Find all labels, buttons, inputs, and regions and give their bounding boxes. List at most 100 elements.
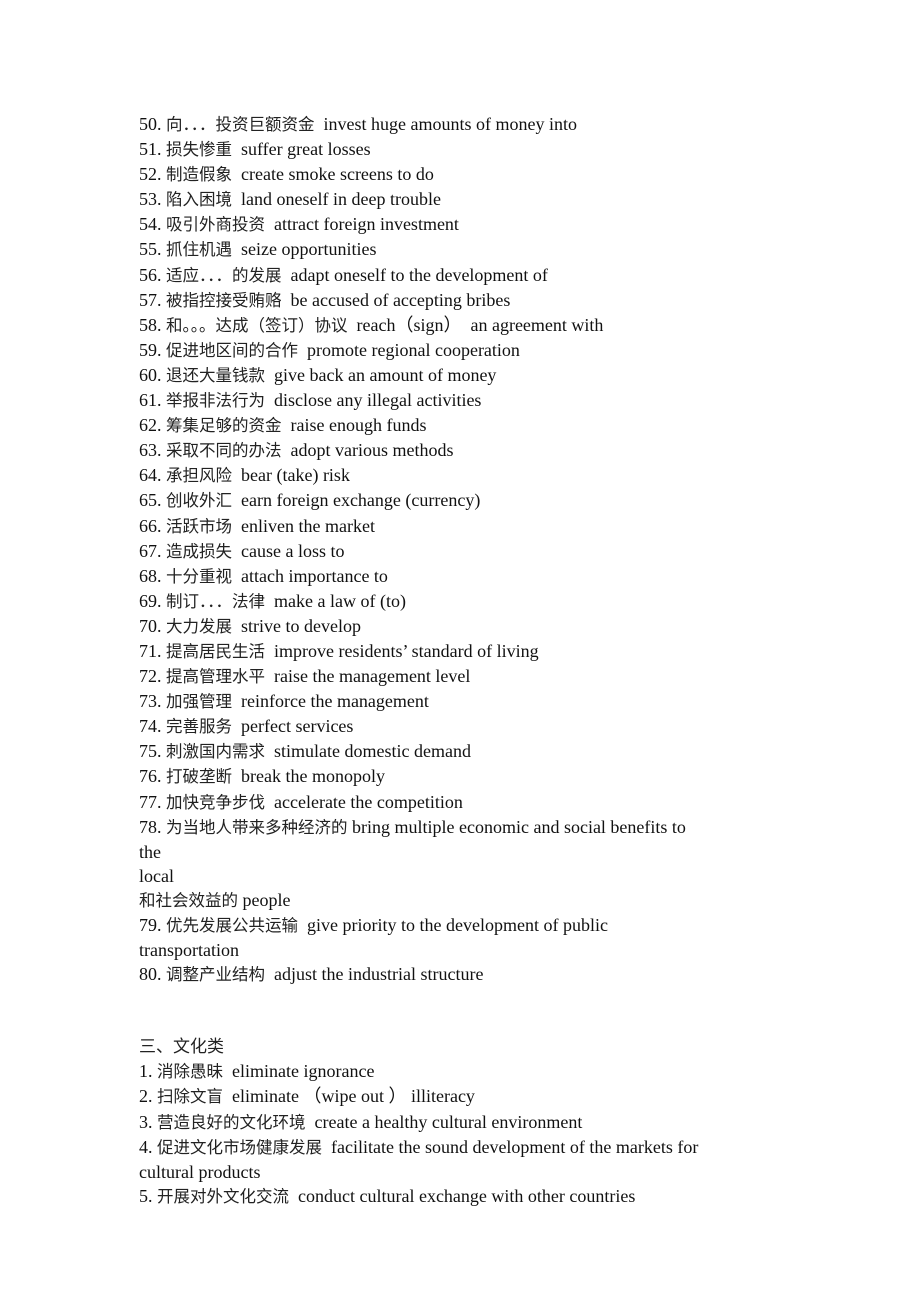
chinese-term: 制造假象 (166, 165, 232, 185)
list-item: 54. 吸引外商投资 attract foreign investment (139, 212, 789, 237)
item-number: 72. (139, 666, 162, 687)
english-translation: facilitate the sound development of the … (331, 1136, 699, 1157)
chinese-term: 促进地区间的合作 (166, 340, 298, 360)
english-translation: create smoke screens to do (241, 164, 434, 185)
chinese-term: 采取不同的办法 (166, 441, 282, 461)
chinese-term: 吸引外商投资 (166, 215, 265, 235)
item-number: 57. (139, 289, 162, 310)
english-translation: eliminate ignorance (232, 1061, 375, 1082)
english-translation: make a law of (to) (274, 590, 406, 611)
phrase-list-culture: 1. 消除愚昧 eliminate ignorance 2. 扫除文盲 elimi… (139, 1059, 789, 1134)
chinese-term: 营造良好的文化环境 (157, 1112, 306, 1132)
item-number: 74. (139, 716, 162, 737)
chinese-term: 活跃市场 (166, 516, 232, 536)
chinese-term: 和。。。达成（签订）协议 (166, 315, 348, 335)
chinese-term: 刺激国内需求 (166, 742, 265, 762)
item-number: 79. (139, 915, 162, 935)
list-item: 51. 损失惨重 suffer great losses (139, 137, 789, 162)
chinese-term: 加快竞争步伐 (166, 792, 265, 812)
english-translation: raise enough funds (290, 415, 427, 436)
list-item: 73. 加强管理 reinforce the management (139, 689, 789, 714)
english-translation: bring multiple economic and social benef… (352, 816, 686, 837)
english-translation: enliven the market (241, 515, 375, 536)
wrapped-text: cultural products (139, 1161, 261, 1182)
chinese-term: 创收外汇 (166, 491, 232, 511)
chinese-term: 筹集足够的资金 (166, 416, 282, 436)
chinese-term: 提高管理水平 (166, 667, 265, 687)
english-translation: adapt oneself to the development of (290, 264, 548, 285)
english-translation: conduct cultural exchange with other cou… (298, 1185, 636, 1206)
english-translation: give back an amount of money (274, 364, 497, 385)
english-translation: create a healthy cultural environment (314, 1111, 583, 1132)
english-translation: invest huge amounts of money into (323, 114, 577, 134)
english-translation: land oneself in deep trouble (241, 189, 441, 210)
item-number: 51. (139, 139, 162, 160)
item-number: 4. (139, 1136, 153, 1157)
item-number: 69. (139, 590, 162, 611)
english-translation: earn foreign exchange (currency) (241, 490, 481, 511)
item-number: 60. (139, 364, 162, 385)
item-number: 75. (139, 741, 162, 762)
english-translation: cause a loss to (241, 540, 345, 561)
chinese-term: 造成损失 (166, 541, 232, 561)
list-item: 59. 促进地区间的合作 promote regional cooperatio… (139, 338, 789, 363)
item-number: 53. (139, 189, 162, 210)
list-item: 55. 抓住机遇 seize opportunities (139, 237, 789, 262)
english-translation: suffer great losses (241, 139, 371, 160)
item-number: 2. (139, 1086, 153, 1107)
chinese-term: 抓住机遇 (166, 240, 232, 260)
item-number: 70. (139, 615, 162, 636)
chinese-term: 陷入困境 (166, 190, 232, 210)
list-item: 68. 十分重视 attach importance to (139, 564, 789, 589)
item-number: 78. (139, 816, 162, 837)
item-number: 76. (139, 766, 162, 787)
list-item: 61. 举报非法行为 disclose any illegal activiti… (139, 388, 789, 413)
list-item: 2. 扫除文盲 eliminate （wipe out ） illiteracy (139, 1084, 789, 1109)
list-item: 76. 打破垄断 break the monopoly (139, 764, 789, 789)
document-page: 50. 向．．．投资巨额资金 invest huge amounts of mo… (139, 112, 789, 1209)
item-number: 66. (139, 515, 162, 536)
list-item: 3. 营造良好的文化环境 create a healthy cultural e… (139, 1110, 789, 1135)
wrapped-text: the (139, 841, 161, 862)
english-translation: eliminate （wipe out ） illiteracy (232, 1086, 475, 1107)
english-translation: raise the management level (274, 666, 471, 687)
item-number: 80. (139, 964, 162, 985)
section-heading: 三、文化类 (139, 1037, 224, 1058)
chinese-term: 打破垄断 (166, 767, 232, 787)
item-number: 3. (139, 1111, 153, 1132)
item-number: 71. (139, 640, 162, 661)
english-translation: adopt various methods (290, 440, 454, 461)
item-number: 73. (139, 691, 162, 712)
chinese-term: 损失惨重 (166, 140, 232, 160)
chinese-term: 加强管理 (166, 692, 232, 712)
list-item: 64. 承担风险 bear (take) risk (139, 463, 789, 488)
item-number: 58. (139, 314, 162, 335)
english-translation: attract foreign investment (274, 214, 459, 235)
chinese-term: 向．．．投资巨额资金 (166, 115, 315, 134)
list-item: 56. 适应．．．的发展 adapt oneself to the develo… (139, 263, 789, 288)
chinese-term: 优先发展公共运输 (166, 916, 298, 935)
wrapped-text: transportation (139, 940, 239, 961)
chinese-term: 适应．．．的发展 (166, 265, 282, 285)
chinese-term: 调整产业结构 (166, 965, 265, 985)
english-translation: promote regional cooperation (307, 339, 520, 360)
list-item: 69. 制订．．．法律 make a law of (to) (139, 589, 789, 614)
english-translation: bear (take) risk (241, 465, 350, 486)
list-item-78: 78. 为当地人带来多种经济的 bring multiple economic … (139, 815, 789, 840)
chinese-term: 开展对外文化交流 (157, 1186, 289, 1206)
item-number: 52. (139, 164, 162, 185)
item-number: 55. (139, 239, 162, 260)
english-translation: stimulate domestic demand (274, 741, 471, 762)
english-translation: improve residents’ standard of living (274, 640, 539, 661)
chinese-term: 承担风险 (166, 466, 232, 486)
english-translation: give priority to the development of publ… (307, 915, 608, 935)
list-item: 70. 大力发展 strive to develop (139, 614, 789, 639)
english-translation: break the monopoly (241, 766, 385, 787)
list-item: 74. 完善服务 perfect services (139, 714, 789, 739)
wrapped-text: 和社会效益的 people (139, 888, 789, 913)
chinese-term: 被指控接受贿赂 (166, 290, 282, 310)
english-translation: seize opportunities (241, 239, 377, 260)
item-number: 61. (139, 390, 162, 411)
english-translation: perfect services (241, 716, 354, 737)
